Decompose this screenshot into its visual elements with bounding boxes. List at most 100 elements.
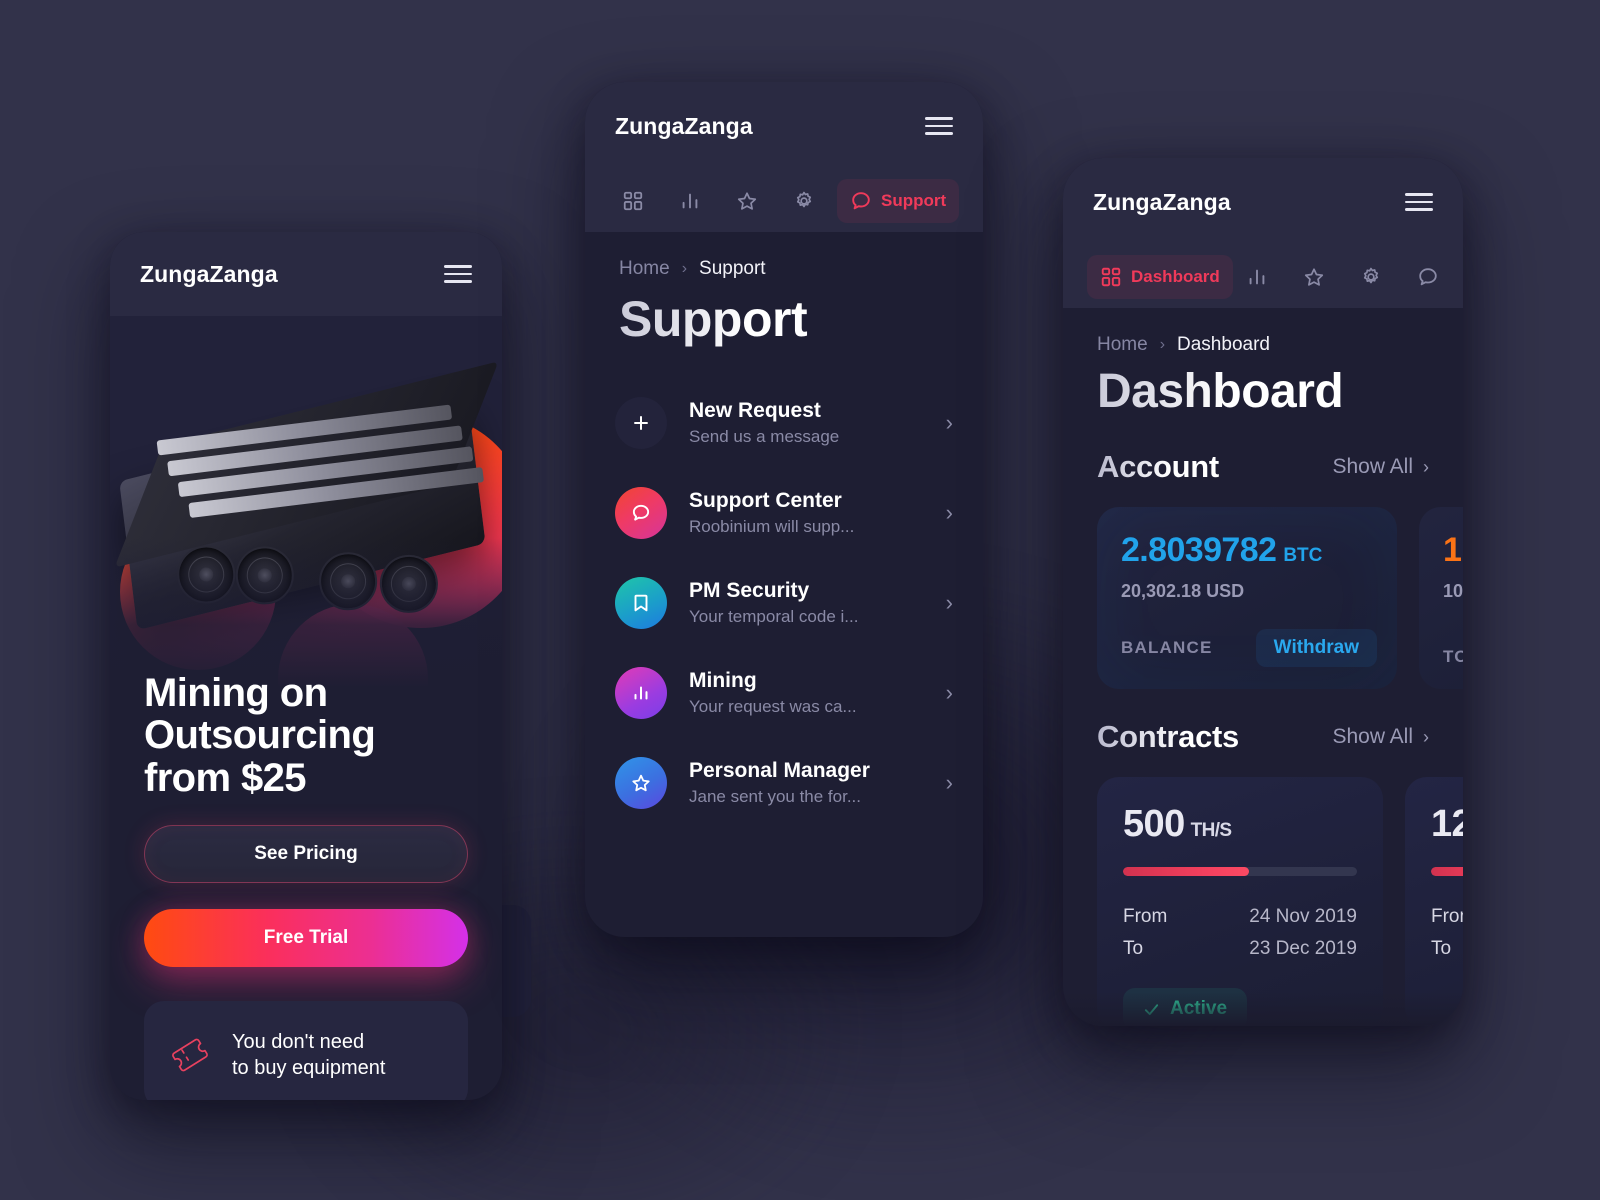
list-item-subtitle: Your request was ca... bbox=[689, 697, 857, 716]
tab-dashboard-label: Dashboard bbox=[1131, 267, 1220, 286]
brand-logo: ZungaZanga bbox=[1093, 188, 1231, 215]
burger-menu-icon[interactable] bbox=[444, 265, 472, 283]
list-item-text: PM Security Your temporal code i... bbox=[689, 579, 924, 627]
account-amount: 1.3 bbox=[1443, 533, 1463, 567]
contract-progress-fill bbox=[1123, 867, 1250, 876]
list-item-subtitle: Send us a message bbox=[689, 427, 840, 446]
contract-progress-bar bbox=[1431, 867, 1463, 876]
breadcrumb-home[interactable]: Home bbox=[619, 258, 670, 280]
chevron-right-icon[interactable]: › bbox=[946, 500, 953, 526]
contracts-section-header: Contracts Show All › bbox=[1063, 689, 1463, 755]
account-amount: 2.8039782 BTC bbox=[1121, 533, 1373, 567]
contract-progress-bar bbox=[1123, 867, 1357, 876]
contract-to-label: To bbox=[1431, 938, 1452, 959]
tab-favorites[interactable] bbox=[1290, 255, 1347, 299]
tab-settings[interactable] bbox=[1347, 255, 1404, 299]
chevron-right-icon[interactable]: › bbox=[946, 590, 953, 616]
list-item-text: New Request Send us a message bbox=[689, 399, 924, 447]
contract-date-row: From bbox=[1431, 906, 1463, 928]
account-show-all-label: Show All bbox=[1332, 455, 1413, 478]
free-trial-button[interactable]: Free Trial bbox=[144, 909, 468, 968]
list-item-title: New Request bbox=[689, 399, 821, 422]
list-item-title: Personal Manager bbox=[689, 759, 870, 782]
breadcrumb-current: Dashboard bbox=[1177, 334, 1270, 355]
list-item-title: Support Center bbox=[689, 489, 842, 512]
star-icon bbox=[615, 757, 667, 809]
burger-menu-icon[interactable] bbox=[1405, 193, 1433, 211]
contract-dates: From To bbox=[1431, 906, 1463, 960]
list-item[interactable]: Personal Manager Jane sent you the for..… bbox=[585, 738, 983, 828]
tab-settings[interactable] bbox=[780, 179, 837, 223]
contract-progress-fill bbox=[1431, 867, 1463, 876]
bar-chart-icon bbox=[1246, 266, 1268, 288]
account-fiat: 10,00 bbox=[1443, 581, 1463, 602]
dashboard-appbar: ZungaZanga bbox=[1063, 158, 1463, 246]
phone-landing: ZungaZanga Mining on Outsourcing from $2… bbox=[110, 232, 502, 1100]
account-cards-carousel[interactable]: 2.8039782 BTC 20,302.18 USD BALANCE Withd… bbox=[1063, 485, 1463, 689]
support-nav: Support bbox=[585, 170, 983, 232]
chat-support-icon bbox=[850, 190, 872, 212]
page-title: Mining on Outsourcing from $25 bbox=[144, 672, 468, 800]
tab-support-label: Support bbox=[881, 191, 947, 210]
star-icon bbox=[736, 190, 758, 212]
chevron-right-icon[interactable]: › bbox=[946, 770, 953, 796]
chevron-right-icon: › bbox=[681, 260, 688, 277]
account-amount-value: 2.8039782 bbox=[1121, 531, 1277, 569]
list-item-title: PM Security bbox=[689, 579, 810, 602]
chevron-right-icon[interactable]: › bbox=[946, 410, 953, 436]
burger-menu-icon[interactable] bbox=[925, 117, 953, 135]
list-item[interactable]: Support Center Roobinium will supp... › bbox=[585, 468, 983, 558]
headline-line-3: from $25 bbox=[144, 755, 307, 800]
withdraw-button[interactable]: Withdraw bbox=[1255, 629, 1377, 667]
account-show-all-link[interactable]: Show All › bbox=[1332, 455, 1429, 479]
landing-appbar: ZungaZanga bbox=[110, 232, 502, 316]
contracts-show-all-link[interactable]: Show All › bbox=[1332, 725, 1429, 749]
list-item-subtitle: Roobinium will supp... bbox=[689, 517, 855, 536]
breadcrumb: Home › Support bbox=[585, 232, 983, 280]
page-title: Dashboard bbox=[1063, 356, 1463, 419]
contract-date-row: To 23 Dec 2019 bbox=[1123, 938, 1357, 960]
contract-from-label: From bbox=[1431, 906, 1463, 927]
tab-dashboard[interactable]: Dashboard bbox=[1087, 255, 1233, 299]
breadcrumb: Home › Dashboard bbox=[1063, 308, 1463, 356]
see-pricing-button[interactable]: See Pricing bbox=[144, 825, 468, 884]
account-section-header: Account Show All › bbox=[1063, 419, 1463, 485]
chevron-right-icon[interactable]: › bbox=[946, 680, 953, 706]
support-appbar: ZungaZanga bbox=[585, 82, 983, 170]
list-item[interactable]: Mining Your request was ca... › bbox=[585, 648, 983, 738]
account-amount-value: 1.3 bbox=[1443, 531, 1463, 569]
chat-support-icon bbox=[1417, 266, 1439, 288]
star-icon bbox=[1303, 266, 1325, 288]
brand-logo: ZungaZanga bbox=[140, 260, 278, 287]
account-card[interactable]: 1.3 10,00 TOTA bbox=[1419, 507, 1463, 689]
contract-date-row: From 24 Nov 2019 bbox=[1123, 906, 1357, 928]
contract-hashrate-value: 12 bbox=[1431, 803, 1463, 845]
tab-dashboard[interactable] bbox=[609, 179, 666, 223]
chevron-right-icon: › bbox=[1423, 726, 1429, 747]
contract-hashrate-unit: TH/S bbox=[1190, 820, 1232, 841]
plus-icon bbox=[615, 397, 667, 449]
tab-favorites[interactable] bbox=[723, 179, 780, 223]
contract-date-row: To bbox=[1431, 938, 1463, 960]
tab-statistics[interactable] bbox=[1233, 255, 1290, 299]
account-card[interactable]: 2.8039782 BTC 20,302.18 USD BALANCE Withd… bbox=[1097, 507, 1397, 689]
list-item[interactable]: New Request Send us a message › bbox=[585, 378, 983, 468]
chat-support-icon bbox=[615, 487, 667, 539]
hero-gradient-overlay bbox=[110, 538, 502, 688]
contract-card[interactable]: 500TH/S From 24 Nov 2019 To 23 Dec 2019 bbox=[1097, 777, 1383, 1026]
account-card-footer: TOTA bbox=[1443, 647, 1463, 667]
contracts-cards-carousel[interactable]: 500TH/S From 24 Nov 2019 To 23 Dec 2019 bbox=[1063, 755, 1463, 1026]
breadcrumb-home[interactable]: Home bbox=[1097, 334, 1148, 356]
list-item-title: Mining bbox=[689, 669, 757, 692]
tab-support[interactable] bbox=[1404, 255, 1461, 299]
no-equipment-card[interactable]: You don't need to buy equipment bbox=[144, 1001, 468, 1100]
no-equipment-text: You don't need to buy equipment bbox=[232, 1029, 385, 1082]
account-amount-unit: BTC bbox=[1283, 545, 1323, 566]
list-item[interactable]: PM Security Your temporal code i... › bbox=[585, 558, 983, 648]
account-fiat: 20,302.18 USD bbox=[1121, 581, 1373, 602]
account-section-title: Account bbox=[1097, 449, 1219, 484]
tab-statistics[interactable] bbox=[666, 179, 723, 223]
tab-support[interactable]: Support bbox=[837, 179, 960, 223]
contract-to-label: To bbox=[1123, 938, 1144, 959]
contract-card[interactable]: 12 From To bbox=[1405, 777, 1463, 1026]
